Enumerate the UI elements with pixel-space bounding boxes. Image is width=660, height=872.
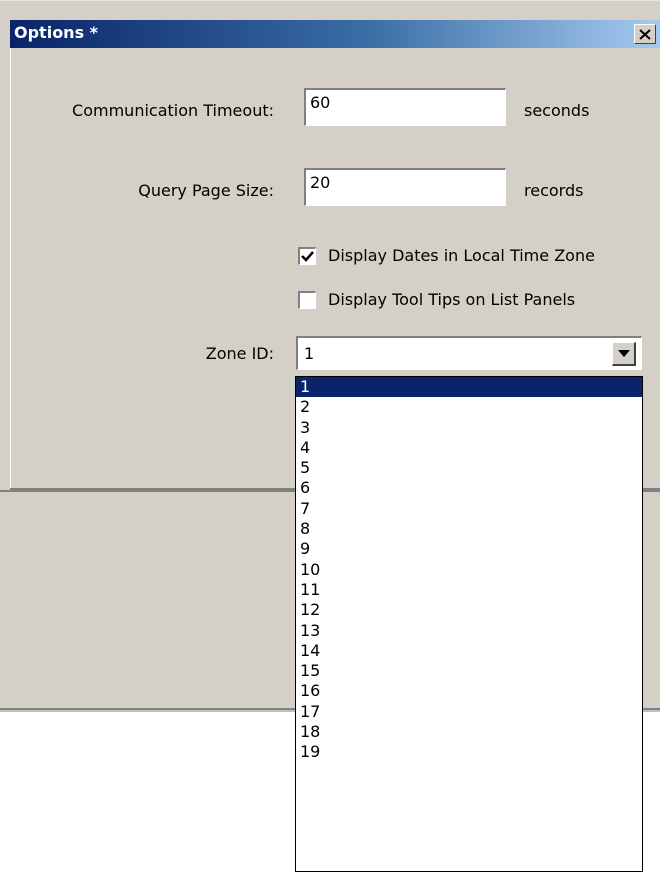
local-time-option[interactable]: Display Dates in Local Time Zone [298,246,595,265]
page-size-unit: records [524,181,584,200]
zone-option[interactable]: 3 [296,418,642,438]
zone-option[interactable]: 18 [296,722,642,742]
local-time-label: Display Dates in Local Time Zone [328,246,595,265]
zone-option[interactable]: 9 [296,539,642,559]
zone-option[interactable]: 6 [296,478,642,498]
close-button[interactable] [634,24,656,44]
zone-option[interactable]: 2 [296,397,642,417]
zone-option[interactable]: 19 [296,742,642,762]
zone-option[interactable]: 17 [296,702,642,722]
zone-option[interactable]: 13 [296,621,642,641]
zone-option[interactable]: 11 [296,580,642,600]
timeout-unit: seconds [524,101,590,120]
timeout-label: Communication Timeout: [72,101,274,120]
zone-id-dropdown-list[interactable]: 1 2 3 4 5 6 7 8 9 10 11 12 13 14 15 16 17 18 19 [295,376,643,872]
tool-tips-option[interactable]: Display Tool Tips on List Panels [298,290,575,309]
zone-id-select[interactable]: 1 [296,336,642,370]
zone-option[interactable]: 15 [296,661,642,681]
zone-option[interactable]: 16 [296,681,642,701]
title-bar[interactable]: Options * [10,20,660,48]
window-title: Options * [14,23,99,42]
check-icon [301,250,314,262]
zone-option[interactable]: 14 [296,641,642,661]
close-icon [639,28,651,40]
zone-id-value: 1 [304,344,315,363]
zone-option[interactable]: 4 [296,438,642,458]
zone-option[interactable]: 7 [296,499,642,519]
page-size-input[interactable]: 20 [304,168,506,206]
timeout-input[interactable]: 60 [304,88,506,126]
zone-option[interactable]: 12 [296,600,642,620]
tool-tips-label: Display Tool Tips on List Panels [328,290,576,309]
zone-option[interactable]: 8 [296,519,642,539]
page-size-label: Query Page Size: [138,181,274,200]
zone-id-label: Zone ID: [205,344,274,363]
chevron-down-icon [617,350,630,357]
tool-tips-checkbox[interactable] [298,290,316,309]
local-time-checkbox[interactable] [298,246,316,265]
zone-dropdown-button[interactable] [612,342,636,366]
zone-option[interactable]: 10 [296,560,642,580]
zone-option[interactable]: 5 [296,458,642,478]
zone-option[interactable]: 1 [296,377,642,398]
